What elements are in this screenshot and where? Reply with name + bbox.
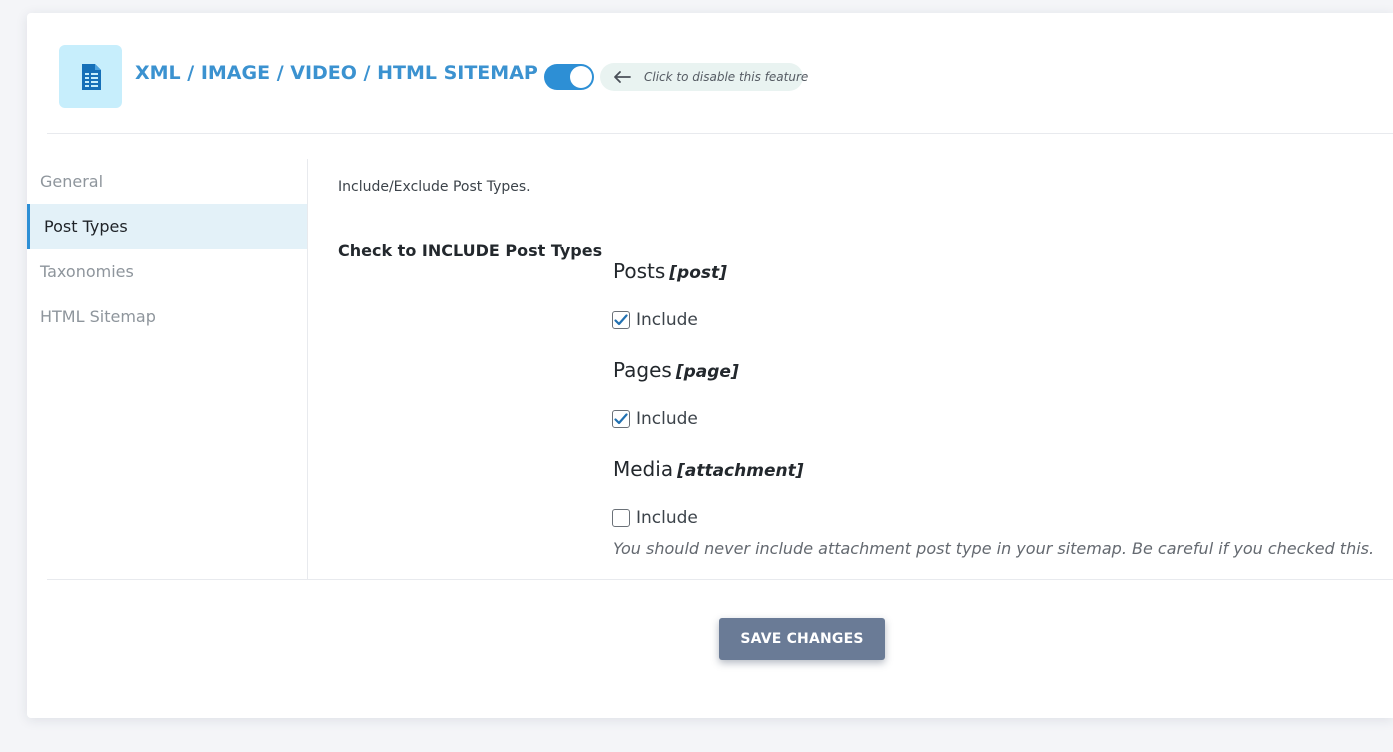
sidebar-item-general[interactable]: General	[27, 159, 307, 204]
feature-toggle[interactable]	[544, 64, 594, 90]
attachment-warning: You should never include attachment post…	[613, 539, 1375, 558]
sitemap-logo	[59, 45, 122, 108]
include-pages-checkbox[interactable]: Include	[612, 409, 698, 429]
toggle-hint-text: Click to disable this feature	[644, 70, 809, 84]
checkmark-icon	[614, 314, 628, 326]
post-type-slug: [attachment]	[677, 461, 804, 481]
post-type-title-media: Media [attachment]	[613, 457, 803, 481]
sidebar-item-taxonomies[interactable]: Taxonomies	[27, 249, 307, 294]
include-media-checkbox[interactable]: Include	[612, 508, 698, 528]
footer-divider	[47, 579, 1393, 580]
save-changes-button[interactable]: SAVE CHANGES	[719, 618, 885, 660]
sidebar-item-post-types[interactable]: Post Types	[27, 204, 307, 249]
include-posts-checkbox[interactable]: Include	[612, 310, 698, 330]
section-description: Include/Exclude Post Types.	[338, 179, 531, 195]
settings-card: XML / IMAGE / VIDEO / HTML SITEMAP Click…	[27, 13, 1393, 718]
arrow-left-icon	[613, 70, 631, 84]
checkbox-label: Include	[636, 409, 698, 429]
field-label: Check to INCLUDE Post Types	[338, 241, 603, 260]
checkbox-label: Include	[636, 310, 698, 330]
checkbox-label: Include	[636, 508, 698, 528]
checkmark-icon	[614, 413, 628, 425]
post-type-name: Posts	[613, 259, 666, 283]
checkbox[interactable]	[612, 410, 630, 428]
sidebar-item-html-sitemap[interactable]: HTML Sitemap	[27, 294, 307, 339]
post-type-name: Media	[613, 457, 674, 481]
post-type-name: Pages	[613, 358, 672, 382]
header-divider	[47, 133, 1393, 134]
sitemap-document-icon	[81, 63, 101, 90]
checkbox[interactable]	[612, 311, 630, 329]
post-type-slug: [post]	[669, 263, 727, 283]
page-title: XML / IMAGE / VIDEO / HTML SITEMAP	[135, 62, 538, 84]
checkbox[interactable]	[612, 509, 630, 527]
post-type-slug: [page]	[675, 362, 739, 382]
post-type-title-posts: Posts [post]	[613, 259, 727, 283]
toggle-hint: Click to disable this feature	[600, 63, 808, 91]
post-type-title-pages: Pages [page]	[613, 358, 739, 382]
settings-sidebar: General Post Types Taxonomies HTML Sitem…	[27, 159, 308, 579]
toggle-knob	[570, 66, 592, 88]
